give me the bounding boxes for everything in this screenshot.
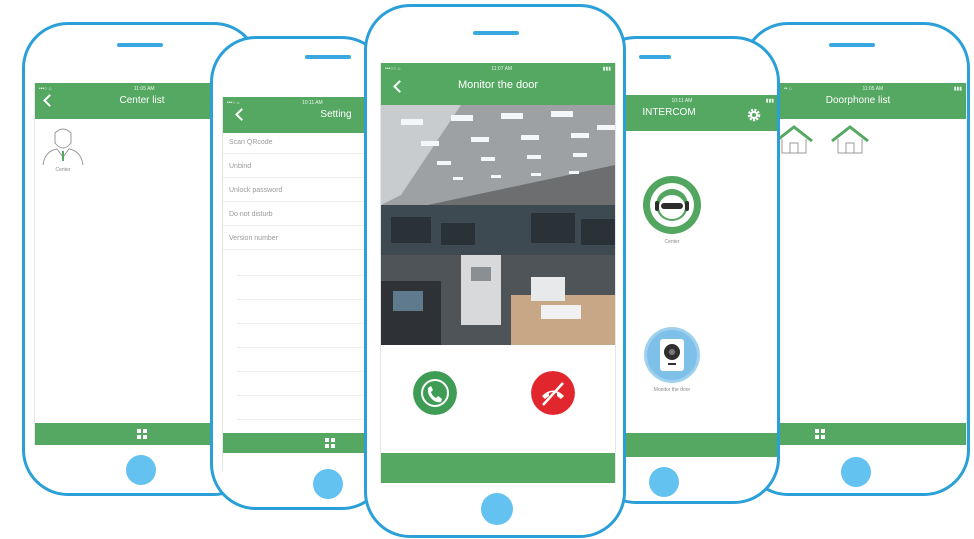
phone-answer-icon[interactable]	[413, 371, 457, 415]
grid-icon[interactable]	[815, 429, 825, 439]
camera-icon	[644, 327, 700, 383]
status-bar: •••○○ ⌂ 11:07 AM ▮▮▮	[385, 66, 611, 72]
navbar: •• ⌂ 11:05 AM ▮▮▮ Doorphone list	[780, 83, 966, 119]
grid-icon[interactable]	[325, 438, 335, 448]
home-button[interactable]	[841, 457, 871, 487]
page-title: Monitor the door	[457, 79, 539, 91]
phone-hangup-icon[interactable]	[531, 371, 575, 415]
home-button[interactable]	[126, 455, 156, 485]
page-title: INTERCOM	[642, 107, 696, 118]
screen: •••○○ ⌂ 11:07 AM ▮▮▮ Monitor the door	[380, 63, 616, 483]
home-button[interactable]	[481, 493, 513, 525]
phone-setting: •••○ ⌂ 10:11 AM Setting Scan QRcode Unbin…	[210, 36, 388, 510]
phone-monitor-door: •••○○ ⌂ 11:07 AM ▮▮▮ Monitor the door	[364, 4, 626, 538]
center-item[interactable]: Center	[41, 127, 85, 177]
bottom-bar	[381, 453, 615, 483]
status-bar: •• ⌂ 11:05 AM ▮▮▮	[784, 86, 962, 92]
bottom-bar	[780, 423, 966, 445]
monitor-label: Monitor the door	[653, 387, 691, 393]
house-icon[interactable]	[830, 125, 870, 155]
house-icon[interactable]	[779, 125, 814, 155]
gear-icon[interactable]	[746, 107, 762, 123]
grid-icon[interactable]	[137, 429, 147, 439]
status-time: 11:07 AM	[491, 66, 513, 72]
navbar: •••○○ ⌂ 11:07 AM ▮▮▮ Monitor the door	[381, 63, 615, 105]
page-title: Doorphone list	[825, 95, 891, 106]
speaker	[639, 55, 671, 59]
home-button[interactable]	[313, 469, 343, 499]
speaker	[473, 31, 519, 35]
camera-feed	[381, 105, 615, 345]
monitor-door-button[interactable]: Monitor the door	[634, 325, 710, 397]
speaker	[117, 43, 163, 47]
center-button[interactable]: Center	[642, 175, 702, 247]
back-icon[interactable]	[235, 108, 248, 121]
speaker	[829, 43, 875, 47]
screen: •• ⌂ 11:05 AM ▮▮▮ Doorphone list	[779, 83, 967, 445]
person-icon	[42, 128, 84, 166]
center-label: Center	[664, 239, 680, 245]
home-button[interactable]	[649, 467, 679, 497]
center-item-label: Center	[55, 167, 71, 173]
speaker	[305, 55, 351, 59]
person-icon	[643, 176, 701, 234]
